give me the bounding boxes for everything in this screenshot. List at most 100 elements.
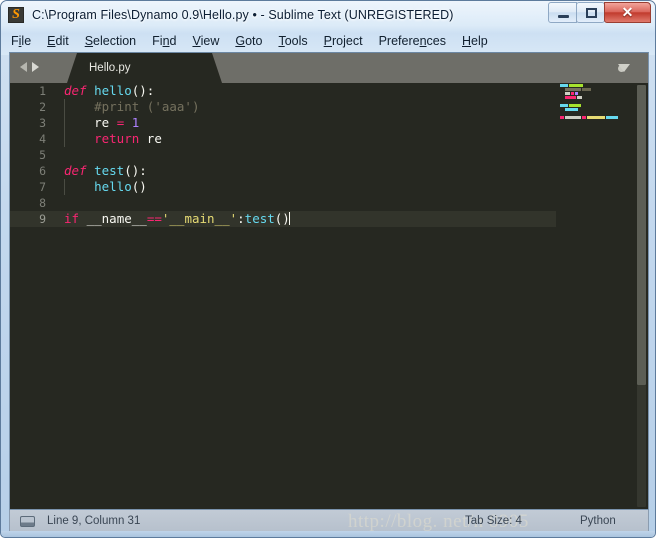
token-keyword: def: [64, 83, 87, 98]
menu-post: ces: [427, 34, 446, 48]
menu-post: oto: [245, 34, 262, 48]
menu-item-goto[interactable]: Goto: [235, 34, 262, 48]
arrow-left-icon[interactable]: [20, 62, 27, 72]
tab-label: Hello.py: [89, 62, 131, 74]
menu-accel: E: [47, 34, 55, 48]
console-panel-icon[interactable]: [20, 516, 35, 527]
code-line-2[interactable]: #print ('aaa'): [55, 99, 595, 115]
line-number: 4: [10, 131, 55, 147]
code-line-3[interactable]: re = 1: [55, 115, 595, 131]
token-indent: [64, 115, 94, 130]
code-lines[interactable]: def hello(): #print ('aaa') re = 1 retur…: [55, 83, 595, 509]
token-space: [87, 163, 95, 178]
token-colon: :: [237, 211, 245, 226]
window-frame-bottom: [1, 531, 656, 537]
token-keyword: def: [64, 163, 87, 178]
token-variable: re: [94, 115, 109, 130]
menu-accel: n: [163, 34, 170, 48]
menu-item-edit[interactable]: Edit: [47, 34, 69, 48]
status-cursor-position[interactable]: Line 9, Column 31: [47, 515, 140, 527]
close-icon: ✕: [605, 3, 650, 22]
arrow-right-icon[interactable]: [32, 62, 39, 72]
menu-post: d: [170, 34, 177, 48]
token-string: '__main__': [162, 211, 237, 226]
code-line-7[interactable]: hello(): [55, 179, 595, 195]
chevron-down-icon[interactable]: [618, 64, 630, 72]
minimize-button[interactable]: [548, 2, 577, 23]
menu-pre: Prefere: [379, 34, 420, 48]
token-variable: re: [139, 131, 162, 146]
token-keyword: return: [94, 131, 139, 146]
token-function-name: test: [94, 163, 124, 178]
menu-item-help[interactable]: Help: [462, 34, 488, 48]
menu-item-tools[interactable]: Tools: [278, 34, 307, 48]
menu-bar[interactable]: File Edit Selection Find View Goto Tools…: [1, 29, 656, 52]
line-number-current: 9: [10, 211, 55, 227]
status-tab-size[interactable]: Tab Size: 4: [465, 515, 522, 527]
code-line-6[interactable]: def test():: [55, 163, 595, 179]
token-operator: ==: [147, 211, 162, 226]
tab-hello-py[interactable]: Hello.py: [67, 53, 222, 83]
token-variable: __name__: [87, 211, 147, 226]
menu-post: election: [93, 34, 136, 48]
code-editor[interactable]: 1 2 3 4 5 6 7 8 9 def hello(): #print ('…: [10, 83, 648, 509]
status-bar: Line 9, Column 31 http://blog. net/n 890…: [9, 510, 649, 533]
token-punctuation: ():: [124, 163, 147, 178]
menu-item-find[interactable]: Find: [152, 34, 176, 48]
maximize-button[interactable]: [576, 2, 605, 23]
line-number: 8: [10, 195, 55, 211]
window-controls[interactable]: ✕: [549, 2, 651, 23]
menu-accel: V: [192, 34, 200, 48]
line-number: 3: [10, 115, 55, 131]
code-line-5[interactable]: [55, 147, 595, 163]
menu-accel: S: [85, 34, 93, 48]
line-number: 1: [10, 83, 55, 99]
status-syntax-mode[interactable]: Python: [580, 515, 616, 527]
menu-accel: n: [420, 34, 427, 48]
menu-post: le: [21, 34, 31, 48]
tab-bar: Hello.py: [10, 53, 648, 83]
token-punctuation: ():: [132, 83, 155, 98]
text-cursor: [289, 212, 290, 225]
token-comment: #print ('aaa'): [94, 99, 199, 114]
scrollbar-track[interactable]: [637, 385, 646, 507]
code-line-8[interactable]: [55, 195, 595, 211]
minimap[interactable]: [556, 83, 634, 509]
line-number: 7: [10, 179, 55, 195]
token-punctuation: (): [132, 179, 147, 194]
menu-pre: F: [11, 34, 19, 48]
code-line-4[interactable]: return re: [55, 131, 595, 147]
menu-post: ools: [285, 34, 308, 48]
minimap-row: [556, 115, 634, 119]
code-line-9[interactable]: if __name__=='__main__':test(): [55, 211, 595, 227]
menu-item-preferences[interactable]: Preferences: [379, 34, 446, 48]
token-function-call: hello: [94, 179, 132, 194]
maximize-icon: [586, 8, 597, 18]
line-number-gutter: 1 2 3 4 5 6 7 8 9: [10, 83, 55, 509]
token-punctuation: (): [275, 211, 290, 226]
application-window: S C:\Program Files\Dynamo 0.9\Hello.py •…: [0, 0, 656, 538]
editor-panel: Hello.py 1 2 3 4 5 6 7 8 9 def hello(): …: [9, 52, 649, 510]
menu-item-file[interactable]: File: [11, 34, 31, 48]
token-space: [87, 83, 95, 98]
token-indent: [64, 131, 94, 146]
menu-item-selection[interactable]: Selection: [85, 34, 136, 48]
token-space: [79, 211, 87, 226]
menu-accel: H: [462, 34, 471, 48]
menu-item-view[interactable]: View: [192, 34, 219, 48]
close-button[interactable]: ✕: [604, 2, 651, 23]
menu-post: roject: [332, 34, 363, 48]
line-number: 5: [10, 147, 55, 163]
sublime-s-glyph: S: [9, 6, 23, 24]
token-number: 1: [132, 115, 140, 130]
menu-accel: P: [324, 34, 332, 48]
menu-post: dit: [56, 34, 69, 48]
token-function-name: hello: [94, 83, 132, 98]
line-number: 6: [10, 163, 55, 179]
code-line-1[interactable]: def hello():: [55, 83, 595, 99]
tab-navigation[interactable]: [20, 62, 39, 72]
menu-item-project[interactable]: Project: [324, 34, 363, 48]
editor-vertical-scrollbar[interactable]: [636, 85, 647, 507]
scrollbar-thumb[interactable]: [637, 85, 646, 385]
window-title: C:\Program Files\Dynamo 0.9\Hello.py • -…: [32, 8, 453, 22]
